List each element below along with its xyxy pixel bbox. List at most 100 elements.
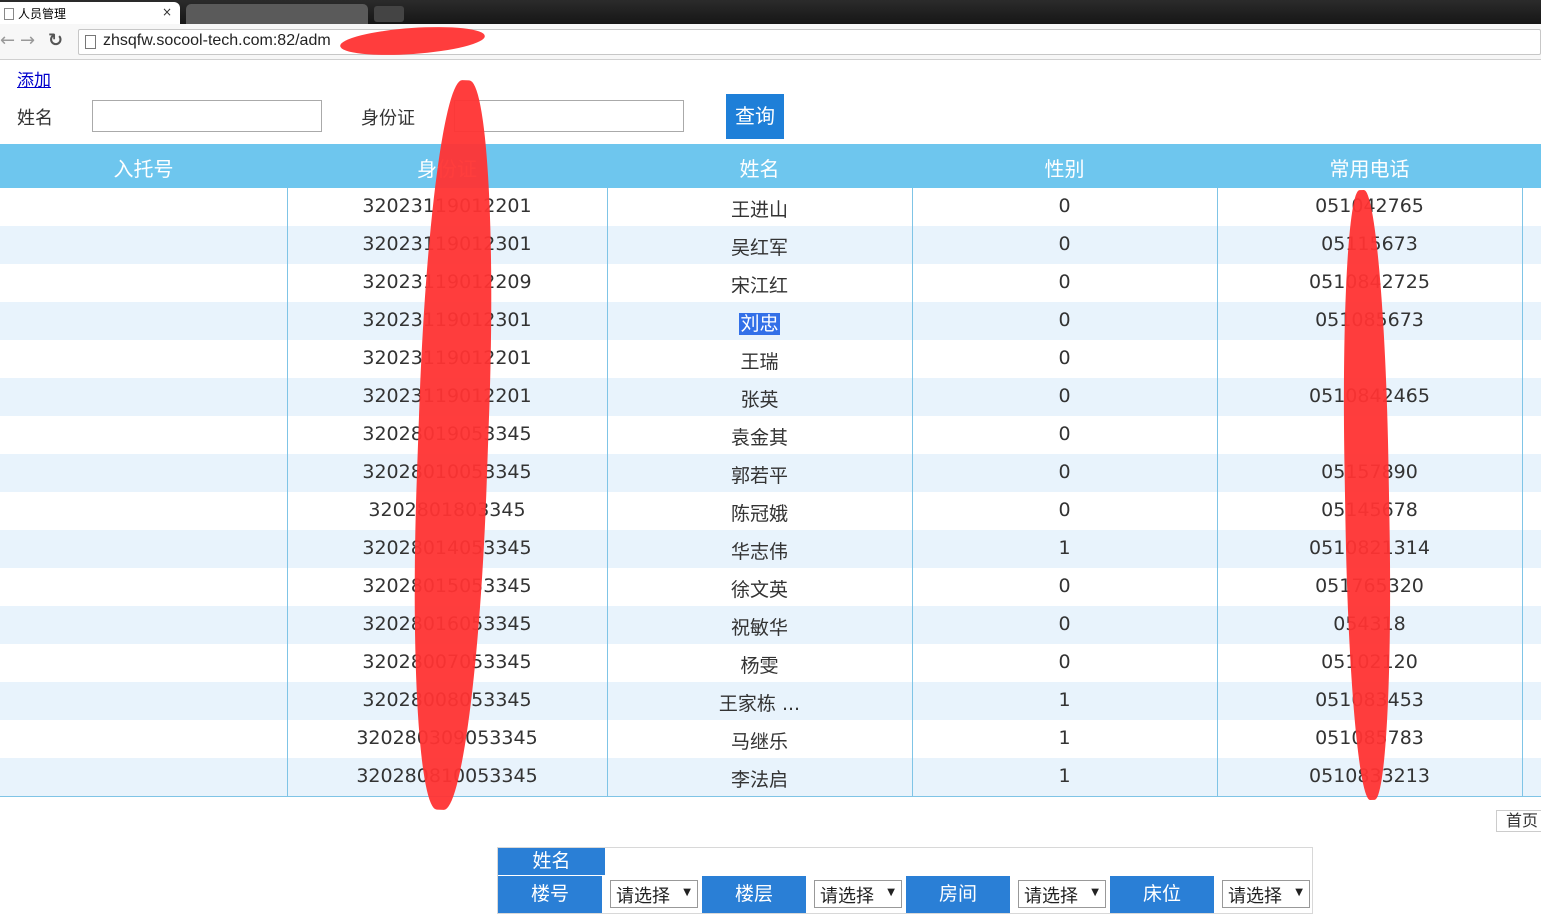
browser-toolbar: ← → ↻ zhsqfw.socool-tech.com:82/adm [0, 24, 1541, 60]
table-row[interactable]: 32028014053345华志伟10510821314 [0, 530, 1541, 568]
add-link[interactable]: 添加 [17, 66, 51, 91]
cell-name: 陈冠娥 [607, 499, 912, 526]
cell-text: 0 [1058, 499, 1071, 521]
page-icon [4, 8, 14, 20]
cell-gender: 1 [912, 727, 1217, 749]
id-input[interactable] [454, 100, 684, 132]
query-button[interactable]: 查询 [726, 94, 784, 139]
column-divider [287, 188, 288, 796]
column-divider [912, 188, 913, 796]
cell-gender: 0 [912, 575, 1217, 597]
cell-gender: 0 [912, 613, 1217, 635]
cell-name: 徐文英 [607, 575, 912, 602]
table-row[interactable]: 320280810053345李法启10510833213 [0, 758, 1541, 796]
column-divider [1217, 188, 1218, 796]
select-value: 请选择 [1228, 886, 1282, 907]
table-row[interactable]: 32023119012301吴红军005115673 [0, 226, 1541, 264]
cell-text: 0 [1058, 271, 1071, 293]
cell-text: 王瑞 [740, 351, 779, 373]
cell-text: 华志伟 [730, 541, 788, 563]
table-row[interactable]: 32028010053345郭若平005157890 [0, 454, 1541, 492]
cell-text: 1 [1058, 765, 1071, 787]
table-row[interactable]: 32023119012201王进山0051042765 [0, 188, 1541, 226]
header-cell[interactable]: 姓名 [607, 153, 912, 182]
cell-text: 马继乐 [730, 731, 788, 753]
header-cell[interactable]: 常用电话 [1217, 153, 1522, 182]
tab-title: 人员管理 [18, 7, 67, 21]
cell-text: 李法启 [730, 769, 788, 791]
assign-form: 姓名 楼号 请选择 ▼ 楼层 请选择 ▼ 房间 请选择 ▼ 床位 请选择 ▼ [497, 847, 1313, 914]
table-row[interactable]: 32028015053345徐文英0051765320 [0, 568, 1541, 606]
floor-select[interactable]: 请选择 ▼ [814, 880, 902, 908]
table-row[interactable]: 32028019053345袁金其0 [0, 416, 1541, 454]
page-icon [85, 35, 96, 49]
cell-text: 陈冠娥 [730, 503, 788, 525]
table-row[interactable]: 32023119012201王瑞0 [0, 340, 1541, 378]
cell-text: 0 [1058, 575, 1071, 597]
cell-text: 1 [1058, 537, 1071, 559]
id-label: 身份证 [361, 108, 415, 129]
cell-name: 吴红军 [607, 233, 912, 260]
table-row[interactable]: 320280309053345马继乐1051085783 [0, 720, 1541, 758]
cell-gender: 0 [912, 233, 1217, 255]
header-cell[interactable]: 性别 [912, 153, 1217, 182]
form-name-label: 姓名 [498, 848, 605, 875]
tab-close-icon[interactable]: × [162, 5, 172, 19]
cell-text: 王家栋 ... [718, 693, 801, 715]
cell-gender: 1 [912, 537, 1217, 559]
dropdown-arrow-icon: ▼ [1295, 887, 1303, 898]
floor-label: 楼层 [702, 876, 806, 913]
table-row[interactable]: 32023119012301刘忠0051085673 [0, 302, 1541, 340]
cell-gender: 0 [912, 271, 1217, 293]
cell-text: 0 [1058, 385, 1071, 407]
cell-name: 王进山 [607, 195, 912, 222]
column-divider [607, 188, 608, 796]
cell-text: 张英 [740, 389, 779, 411]
building-select[interactable]: 请选择 ▼ [610, 880, 698, 908]
building-label: 楼号 [498, 876, 602, 913]
cell-gender: 1 [912, 765, 1217, 787]
cell-text: 0 [1058, 309, 1071, 331]
table-row[interactable]: 32023119012201张英00510842465 [0, 378, 1541, 416]
select-value: 请选择 [1024, 886, 1078, 907]
table-bottom-border [0, 796, 1541, 797]
cell-name: 李法启 [607, 765, 912, 792]
cell-text: 0 [1058, 461, 1071, 483]
room-select[interactable]: 请选择 ▼ [1018, 880, 1106, 908]
cell-name: 马继乐 [607, 727, 912, 754]
cell-name: 祝敏华 [607, 613, 912, 640]
tab-active[interactable]: 人员管理 × [0, 2, 180, 24]
table-row[interactable]: 3202801803345陈冠娥005145678 [0, 492, 1541, 530]
cell-gender: 0 [912, 461, 1217, 483]
cell-text: 宋江红 [730, 275, 788, 297]
cell-text: 1 [1058, 727, 1071, 749]
header-cell[interactable]: 入托号 [0, 153, 287, 182]
cell-gender: 0 [912, 195, 1217, 217]
reload-icon[interactable]: ↻ [48, 30, 63, 51]
cell-text: 刘忠 [739, 313, 780, 335]
back-icon[interactable]: ← [0, 30, 15, 51]
cell-text: 0 [1058, 347, 1071, 369]
dropdown-arrow-icon: ▼ [887, 887, 895, 898]
cell-gender: 0 [912, 423, 1217, 445]
bed-select[interactable]: 请选择 ▼ [1222, 880, 1310, 908]
forward-icon[interactable]: → [20, 30, 35, 51]
table-header: 入托号 身份证 姓名 性别 常用电话 [0, 144, 1541, 188]
new-tab-button[interactable] [374, 6, 404, 22]
first-page-button[interactable]: 首页 [1496, 810, 1541, 832]
tab-inactive[interactable] [186, 4, 368, 24]
cell-text: 0 [1058, 233, 1071, 255]
table-row[interactable]: 32028007053345杨雯005102120 [0, 644, 1541, 682]
cell-name: 王瑞 [607, 347, 912, 374]
table-row[interactable]: 32028008053345王家栋 ...1051083453 [0, 682, 1541, 720]
name-input[interactable] [92, 100, 322, 132]
cell-gender: 0 [912, 499, 1217, 521]
cell-name: 郭若平 [607, 461, 912, 488]
address-bar[interactable]: zhsqfw.socool-tech.com:82/adm [78, 29, 1541, 55]
table-row[interactable]: 32023119012209宋江红00510842725 [0, 264, 1541, 302]
bed-label: 床位 [1110, 876, 1214, 913]
cell-name: 杨雯 [607, 651, 912, 678]
table-row[interactable]: 32028016053345祝敏华0054318 [0, 606, 1541, 644]
dropdown-arrow-icon: ▼ [1091, 887, 1099, 898]
cell-gender: 0 [912, 385, 1217, 407]
